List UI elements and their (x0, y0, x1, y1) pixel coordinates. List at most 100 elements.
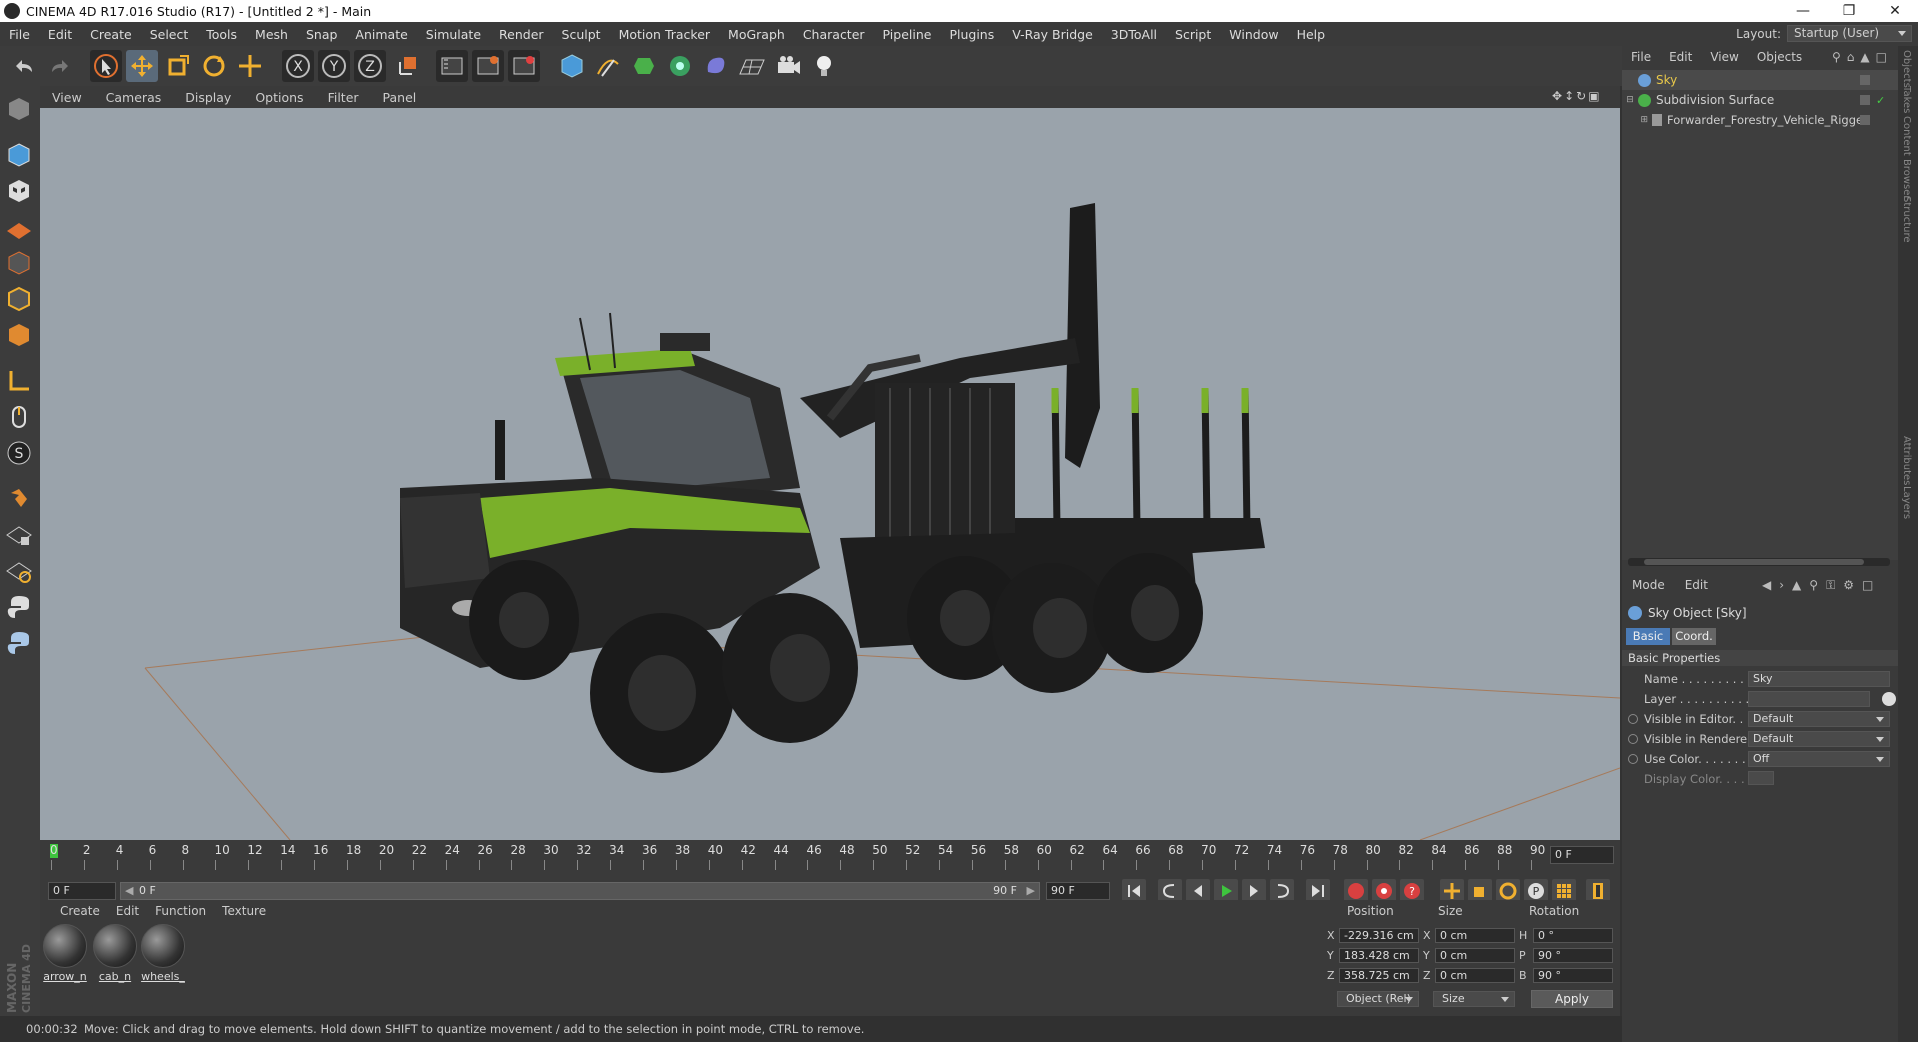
viewport-menu-view[interactable]: View (40, 90, 94, 105)
render-to-picture-viewer-icon[interactable] (472, 50, 504, 82)
attribute-menu-mode[interactable]: Mode (1622, 578, 1675, 592)
object-menu-objects[interactable]: Objects (1748, 50, 1811, 64)
side-tab-layers[interactable]: Layers (1901, 486, 1912, 519)
name-field[interactable]: Sky (1748, 671, 1890, 687)
new-window-icon[interactable]: □ (1862, 578, 1873, 593)
undo-icon[interactable] (8, 50, 40, 82)
menu-help[interactable]: Help (1288, 27, 1335, 42)
live-selection-icon[interactable] (90, 50, 122, 82)
position-y-field[interactable]: 183.428 cm (1339, 948, 1419, 963)
visible-in-renderer-dropdown[interactable]: Default (1748, 731, 1890, 747)
tab-coord[interactable]: Coord. (1672, 628, 1716, 645)
minimize-icon[interactable]: — (1780, 0, 1826, 22)
restore-icon[interactable]: ❐ (1826, 0, 1872, 22)
3d-viewport[interactable] (40, 108, 1620, 840)
maximize-view-icon[interactable]: ▣ (1588, 89, 1599, 103)
menu-edit[interactable]: Edit (39, 27, 81, 42)
y-axis-lock-icon[interactable]: Y (318, 50, 350, 82)
settings-icon[interactable]: ⚙ (1843, 578, 1854, 593)
object-list-scrollbar[interactable] (1628, 558, 1890, 566)
menu-render[interactable]: Render (490, 27, 553, 42)
home-icon[interactable]: ⌂ (1847, 50, 1855, 64)
camera-icon[interactable] (772, 50, 804, 82)
apply-button[interactable]: Apply (1531, 990, 1613, 1008)
size-z-field[interactable]: 0 cm (1435, 968, 1515, 983)
visibility-toggle[interactable] (1860, 75, 1870, 85)
search-icon[interactable]: ⚲ (1832, 50, 1841, 64)
start-frame-field[interactable]: 0 F (48, 882, 116, 900)
visibility-toggle[interactable] (1860, 115, 1870, 125)
x-axis-lock-icon[interactable]: X (282, 50, 314, 82)
material-menu-function[interactable]: Function (147, 904, 214, 918)
spline-pen-icon[interactable] (592, 50, 624, 82)
enabled-check-icon[interactable]: ✓ (1876, 94, 1885, 107)
polygons-mode-icon[interactable] (2, 318, 36, 351)
texture-mode-icon[interactable] (2, 174, 36, 207)
visibility-toggle[interactable] (1860, 95, 1870, 105)
rotate-view-icon[interactable]: ↻ (1576, 89, 1586, 103)
cube-primitive-icon[interactable] (556, 50, 588, 82)
layer-picker-icon[interactable] (1882, 692, 1896, 706)
pan-view-icon[interactable]: ✥ (1552, 89, 1562, 103)
use-color-dropdown[interactable]: Off (1748, 751, 1890, 767)
viewport-menu-filter[interactable]: Filter (316, 90, 371, 105)
model-mode-icon[interactable] (2, 138, 36, 171)
scale-tool-icon[interactable] (162, 50, 194, 82)
new-window-icon[interactable]: □ (1876, 50, 1887, 64)
coordinate-mode-dropdown[interactable]: Object (Rel) (1337, 991, 1419, 1007)
grid-rotate-icon[interactable] (2, 554, 36, 587)
viewport-menu-display[interactable]: Display (173, 90, 243, 105)
animate-radio[interactable] (1628, 734, 1638, 744)
render-view-icon[interactable] (436, 50, 468, 82)
z-axis-lock-icon[interactable]: Z (354, 50, 386, 82)
up-icon[interactable]: ▲ (1860, 50, 1869, 64)
lock-grid-icon[interactable] (2, 518, 36, 551)
redo-icon[interactable] (44, 50, 76, 82)
size-x-field[interactable]: 0 cm (1435, 928, 1515, 943)
axis-mode-icon[interactable] (2, 364, 36, 397)
back-icon[interactable]: ◀ (1762, 578, 1771, 593)
search-icon[interactable]: ⚲ (1809, 578, 1818, 593)
close-icon[interactable]: ✕ (1872, 0, 1918, 22)
animate-radio[interactable] (1628, 714, 1638, 724)
rotation-p-field[interactable]: 90 ° (1533, 948, 1613, 963)
menu-simulate[interactable]: Simulate (417, 27, 490, 42)
zoom-view-icon[interactable]: ↕ (1564, 89, 1574, 103)
menu-character[interactable]: Character (794, 27, 874, 42)
move-tool-icon[interactable] (126, 50, 158, 82)
menu-create[interactable]: Create (81, 27, 141, 42)
make-editable-icon[interactable] (2, 92, 36, 125)
magnet-icon[interactable] (2, 482, 36, 515)
material-arrow[interactable]: arrow_n (42, 924, 88, 983)
lock-icon[interactable]: ⚿ (1826, 578, 1835, 593)
points-mode-icon[interactable] (2, 246, 36, 279)
menu-sculpt[interactable]: Sculpt (553, 27, 610, 42)
menu-plugins[interactable]: Plugins (940, 27, 1003, 42)
object-row-forwarder[interactable]: ⊞ Forwarder_Forestry_Vehicle_Rigged (1622, 110, 1898, 130)
timeline-ruler[interactable]: 0 2 4 6 8 10 12 14 16 18 20 22 24 26 28 30 32 34 36 38 40 42 4… (40, 840, 1620, 874)
recent-tools-icon[interactable] (234, 50, 266, 82)
workplane-icon[interactable] (2, 210, 36, 243)
light-icon[interactable] (808, 50, 840, 82)
rotation-b-field[interactable]: 90 ° (1533, 968, 1613, 983)
viewport-menu-cameras[interactable]: Cameras (94, 90, 174, 105)
size-mode-dropdown[interactable]: Size (1433, 991, 1515, 1007)
python-icon[interactable] (2, 590, 36, 623)
expand-icon[interactable]: ⊞ (1622, 115, 1652, 125)
forward-icon[interactable]: › (1779, 578, 1784, 593)
tweak-mode-icon[interactable] (2, 400, 36, 433)
object-menu-file[interactable]: File (1622, 50, 1660, 64)
layout-dropdown[interactable]: Startup (User) (1787, 25, 1912, 42)
display-color-swatch[interactable] (1748, 771, 1774, 785)
object-menu-view[interactable]: View (1701, 50, 1747, 64)
python-script-icon[interactable] (2, 626, 36, 659)
range-slider[interactable]: ◀ 0 F 90 F ▶ (120, 882, 1040, 900)
menu-tools[interactable]: Tools (197, 27, 246, 42)
side-tab-objects[interactable]: Objects (1901, 50, 1912, 88)
menu-select[interactable]: Select (141, 27, 198, 42)
material-cab[interactable]: cab_n (92, 924, 138, 983)
frame-ruler[interactable]: 0 2 4 6 8 10 12 14 16 18 20 22 24 26 28 30 32 34 36 38 40 42 4… (50, 840, 1545, 874)
side-tab-content-browser[interactable]: Content Browser (1901, 116, 1912, 199)
menu-pipeline[interactable]: Pipeline (874, 27, 941, 42)
edges-mode-icon[interactable] (2, 282, 36, 315)
